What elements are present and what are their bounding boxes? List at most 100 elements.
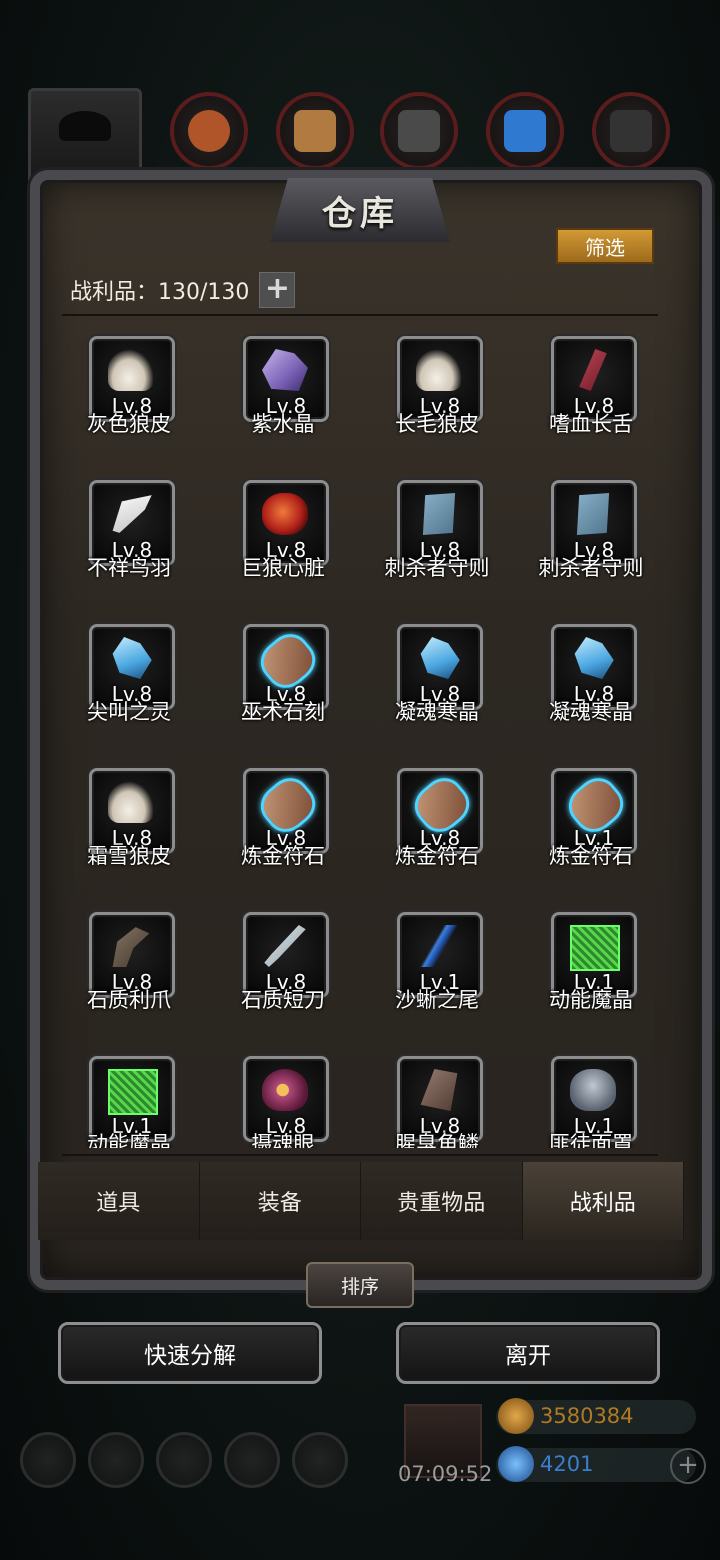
item-name: 长毛狼皮 xyxy=(395,412,479,436)
scale-icon xyxy=(420,1069,458,1111)
capacity-row: 战利品：130/130 + xyxy=(70,272,296,308)
item-cell[interactable]: Lv.8 炼金符石 xyxy=(362,762,512,902)
item-cell[interactable]: Lv.8 长毛狼皮 xyxy=(362,330,512,470)
item-grid[interactable]: Lv.8 灰色狼皮 Lv.8 紫水晶 Lv.8 长毛狼皮 Lv.8 嗜血长舌 Lv.8 不祥鸟羽 L… xyxy=(54,330,670,1148)
item-name: 腥臭角鳞 xyxy=(395,1132,479,1148)
spirit-icon xyxy=(112,637,152,679)
filter-button[interactable]: 筛选 xyxy=(556,228,654,264)
item-cell[interactable]: Lv.8 刺杀者守则 xyxy=(362,474,512,614)
item-name: 炼金符石 xyxy=(241,844,325,868)
tab-bar: 道具 装备 贵重物品 战利品 xyxy=(38,1162,684,1240)
divider xyxy=(62,1154,658,1156)
item-name: 摄魂眼 xyxy=(251,1132,315,1148)
item-cell[interactable]: Lv.8 炼金符石 xyxy=(208,762,358,902)
item-cell[interactable]: Lv.8 凝魂寒晶 xyxy=(362,618,512,758)
item-name: 沙蜥之尾 xyxy=(395,988,479,1012)
item-name: 匪徒面罩 xyxy=(549,1132,633,1148)
quick-decompose-button[interactable]: 快速分解 xyxy=(58,1322,322,1384)
item-cell[interactable]: Lv.8 不祥鸟羽 xyxy=(54,474,204,614)
item-name: 霜雪狼皮 xyxy=(87,844,171,868)
item-cell[interactable]: Lv.1 匪徒面罩 xyxy=(516,1050,666,1148)
expand-capacity-button[interactable]: + xyxy=(259,272,296,308)
crystal-icon xyxy=(262,349,308,391)
panel-title-plate: 仓库 xyxy=(270,178,450,242)
magic-icon xyxy=(108,1069,158,1115)
item-cell[interactable]: Lv.8 嗜血长舌 xyxy=(516,330,666,470)
gem-icon xyxy=(498,1446,534,1482)
book-icon xyxy=(576,493,610,535)
item-cell[interactable]: Lv.1 沙蜥之尾 xyxy=(362,906,512,1046)
hat-icon xyxy=(59,111,111,141)
mask-icon xyxy=(570,1069,616,1111)
tab-0[interactable]: 道具 xyxy=(38,1162,200,1240)
item-cell[interactable]: Lv.8 凝魂寒晶 xyxy=(516,618,666,758)
gift-timer: 07:09:52 xyxy=(398,1462,493,1486)
item-name: 石质利爪 xyxy=(87,988,171,1012)
item-cell[interactable]: Lv.8 霜雪狼皮 xyxy=(54,762,204,902)
item-name: 巫术石刻 xyxy=(241,700,325,724)
item-cell[interactable]: Lv.1 动能魔晶 xyxy=(54,1050,204,1148)
feather-icon xyxy=(112,495,152,533)
item-cell[interactable]: Lv.8 紫水晶 xyxy=(208,330,358,470)
badge-icon[interactable] xyxy=(88,1432,144,1488)
item-name: 不祥鸟羽 xyxy=(87,556,171,580)
tab-1[interactable]: 装备 xyxy=(199,1162,361,1240)
magic-icon xyxy=(570,925,620,971)
leave-button[interactable]: 离开 xyxy=(396,1322,660,1384)
item-cell[interactable]: Lv.1 炼金符石 xyxy=(516,762,666,902)
item-name: 炼金符石 xyxy=(395,844,479,868)
fur-icon xyxy=(108,349,154,391)
item-name: 动能魔晶 xyxy=(87,1132,171,1148)
add-currency-button[interactable]: + xyxy=(670,1448,706,1484)
item-cell[interactable]: Lv.8 腥臭角鳞 xyxy=(362,1050,512,1148)
tab-2[interactable]: 贵重物品 xyxy=(361,1162,523,1240)
item-name: 炼金符石 xyxy=(549,844,633,868)
item-cell[interactable]: Lv.8 尖叫之灵 xyxy=(54,618,204,758)
item-cell[interactable]: Lv.8 巨狼心脏 xyxy=(208,474,358,614)
mail-icon[interactable] xyxy=(224,1432,280,1488)
heart-icon xyxy=(262,493,308,535)
spirit-icon xyxy=(420,637,460,679)
tab-3[interactable]: 战利品 xyxy=(522,1162,684,1240)
claw-icon xyxy=(112,927,150,967)
item-cell[interactable]: Lv.1 动能魔晶 xyxy=(516,906,666,1046)
resource-wood-icon[interactable] xyxy=(276,92,354,170)
gold-amount: 3580384 xyxy=(540,1404,634,1428)
fur-icon xyxy=(108,781,154,823)
item-cell[interactable]: Lv.8 巫术石刻 xyxy=(208,618,358,758)
gem-amount: 4201 xyxy=(540,1452,594,1476)
item-name: 嗜血长舌 xyxy=(549,412,633,436)
gold-coin-icon xyxy=(498,1398,534,1434)
resource-iron-icon[interactable] xyxy=(380,92,458,170)
item-name: 紫水晶 xyxy=(251,412,315,436)
sort-button[interactable]: 排序 xyxy=(306,1262,414,1308)
capacity-label: 战利品：130/130 xyxy=(70,280,250,305)
item-cell[interactable]: Lv.8 摄魂眼 xyxy=(208,1050,358,1148)
resource-ore-icon[interactable] xyxy=(170,92,248,170)
item-name: 灰色狼皮 xyxy=(87,412,171,436)
eye-icon xyxy=(262,1069,308,1111)
item-name: 动能魔晶 xyxy=(549,988,633,1012)
item-name: 凝魂寒晶 xyxy=(549,700,633,724)
item-cell[interactable]: Lv.8 刺杀者守则 xyxy=(516,474,666,614)
divider xyxy=(62,314,658,316)
social-icon[interactable] xyxy=(292,1432,348,1488)
ranking-icon[interactable] xyxy=(156,1432,212,1488)
resource-stone-icon[interactable] xyxy=(592,92,670,170)
item-cell[interactable]: Lv.8 石质利爪 xyxy=(54,906,204,1046)
tail-icon xyxy=(416,925,462,967)
spirit-icon xyxy=(574,637,614,679)
item-name: 石质短刀 xyxy=(241,988,325,1012)
settings-icon[interactable] xyxy=(20,1432,76,1488)
item-name: 刺杀者守则 xyxy=(384,556,490,580)
item-name: 凝魂寒晶 xyxy=(395,700,479,724)
knife-icon xyxy=(264,925,306,967)
book-icon xyxy=(422,493,456,535)
fur-icon xyxy=(416,349,462,391)
item-name: 巨狼心脏 xyxy=(241,556,325,580)
tongue-icon xyxy=(579,349,607,391)
item-cell[interactable]: Lv.8 石质短刀 xyxy=(208,906,358,1046)
resource-crystal-icon[interactable] xyxy=(486,92,564,170)
item-name: 刺杀者守则 xyxy=(538,556,644,580)
item-cell[interactable]: Lv.8 灰色狼皮 xyxy=(54,330,204,470)
